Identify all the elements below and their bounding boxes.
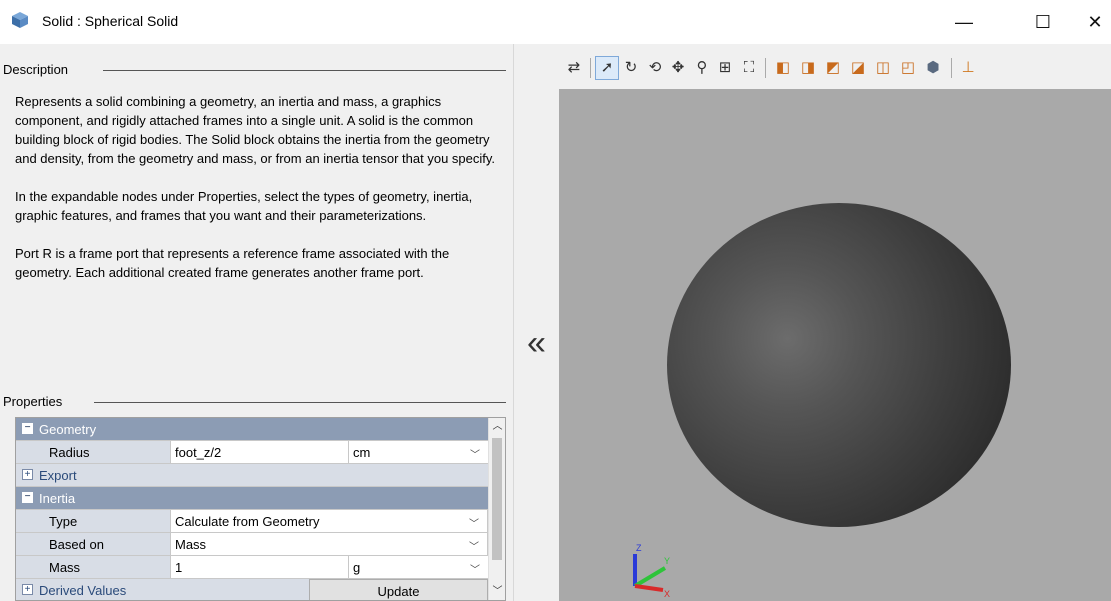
properties-header: Properties	[3, 394, 63, 409]
inertia-group-label: Inertia	[39, 491, 76, 506]
window-title: Solid : Spherical Solid	[42, 13, 179, 29]
chevron-down-icon[interactable]: ﹀	[470, 561, 480, 576]
collapse-panel-icon[interactable]: «	[527, 326, 546, 360]
mass-unit-dropdown[interactable]: g ﹀	[349, 556, 488, 578]
select-pointer-icon[interactable]: ➚	[598, 59, 616, 77]
triad-y-axis	[633, 566, 667, 588]
viewer-toolbar: ⇄ ➚ ↻ ⟲ ✥ ⚲ ⊞ ⛶ ◧ ◨ ◩ ◪ ◫ ◰ ⬢ ⊥	[559, 44, 1111, 89]
radius-unit-dropdown[interactable]: cm ﹀	[349, 441, 488, 463]
minimize-icon: —	[955, 11, 973, 32]
scroll-down-icon[interactable]: ﹀	[489, 583, 505, 600]
properties-scrollbar[interactable]: ︿ ﹀	[488, 418, 505, 600]
scroll-up-icon[interactable]: ︿	[489, 418, 505, 435]
title-bar: Solid : Spherical Solid — ☐ ✕	[0, 0, 1111, 44]
bottom-view-icon[interactable]: ◰	[899, 59, 917, 77]
chevron-down-icon[interactable]: ﹀	[469, 515, 479, 530]
radius-unit-value: cm	[353, 445, 371, 460]
table-row: Based on Mass ﹀	[16, 533, 488, 556]
radius-label: Radius	[16, 441, 171, 463]
fit-view-icon[interactable]: ⛶	[740, 59, 758, 77]
expand-icon[interactable]: +	[22, 584, 33, 595]
properties-divider	[94, 402, 506, 403]
close-button[interactable]: ✕	[1072, 0, 1111, 44]
update-button[interactable]: Update	[309, 579, 488, 600]
description-header: Description	[3, 62, 69, 77]
geometry-group-row[interactable]: − Geometry	[16, 418, 488, 441]
derived-values-group-row[interactable]: + Derived Values Update	[16, 579, 488, 600]
chevron-down-icon[interactable]: ﹀	[470, 446, 480, 461]
geometry-group-label: Geometry	[39, 422, 97, 437]
coordinate-triad-icon: Z Y X	[633, 543, 670, 598]
mass-label: Mass	[16, 556, 171, 578]
rotate-icon[interactable]: ↻	[622, 59, 640, 77]
mass-field[interactable]: 1	[171, 556, 349, 578]
chevron-down-icon[interactable]: ﹀	[469, 538, 479, 553]
3d-viewport[interactable]	[559, 89, 1111, 601]
type-label: Type	[16, 510, 171, 532]
axes-triad-icon[interactable]: ⊥	[959, 59, 977, 77]
table-row: Type Calculate from Geometry ﹀	[16, 510, 488, 533]
zoom-icon[interactable]: ⚲	[693, 59, 711, 77]
expand-icon[interactable]: +	[22, 469, 33, 480]
scroll-thumb[interactable]	[492, 438, 502, 560]
properties-grid: − Geometry Radius foot_z/2 cm ﹀ + Export…	[16, 418, 488, 600]
right-view-icon[interactable]: ◪	[849, 59, 867, 77]
based-on-value: Mass	[175, 537, 207, 552]
collapse-icon[interactable]: −	[22, 492, 33, 503]
panel-splitter[interactable]	[513, 44, 521, 601]
triad-y-label: Y	[664, 556, 670, 566]
type-value: Calculate from Geometry	[175, 514, 320, 529]
export-group-row[interactable]: + Export	[16, 464, 488, 487]
description-divider	[103, 70, 506, 71]
toolbar-separator	[765, 58, 766, 78]
roll-icon[interactable]: ⟲	[646, 59, 664, 77]
table-row: Radius foot_z/2 cm ﹀	[16, 441, 488, 464]
minimize-button[interactable]: —	[941, 0, 987, 44]
triad-x-label: X	[664, 589, 670, 598]
maximize-button[interactable]: ☐	[1020, 0, 1066, 44]
description-paragraph: In the expandable nodes under Properties…	[15, 189, 473, 223]
maximize-icon: ☐	[1034, 11, 1052, 32]
type-dropdown[interactable]: Calculate from Geometry ﹀	[171, 510, 488, 532]
export-group-label: Export	[39, 468, 77, 483]
properties-table: − Geometry Radius foot_z/2 cm ﹀ + Export…	[15, 417, 506, 601]
triad-x-axis	[634, 584, 664, 592]
top-view-icon[interactable]: ◫	[874, 59, 892, 77]
mass-unit-value: g	[353, 560, 361, 575]
solid-block-icon	[12, 12, 28, 28]
toolbar-separator	[951, 58, 952, 78]
table-row: Mass 1 g ﹀	[16, 556, 488, 579]
based-on-label: Based on	[16, 533, 171, 555]
back-view-icon[interactable]: ◨	[799, 59, 817, 77]
front-view-icon[interactable]: ◧	[774, 59, 792, 77]
close-icon: ✕	[1087, 11, 1103, 32]
description-paragraph: Port R is a frame port that represents a…	[15, 246, 450, 280]
left-view-icon[interactable]: ◩	[824, 59, 842, 77]
triad-z-label: Z	[636, 543, 642, 553]
collapse-icon[interactable]: −	[22, 423, 33, 434]
sphere-solid	[667, 203, 1011, 527]
derived-values-label: Derived Values	[39, 583, 127, 598]
based-on-dropdown[interactable]: Mass ﹀	[171, 533, 488, 555]
isometric-view-icon[interactable]: ⬢	[924, 59, 942, 77]
description-text: Represents a solid combining a geometry,…	[15, 92, 505, 301]
radius-field[interactable]: foot_z/2	[171, 441, 349, 463]
swap-icon[interactable]: ⇄	[565, 59, 583, 77]
zoom-box-icon[interactable]: ⊞	[716, 59, 734, 77]
description-paragraph: Represents a solid combining a geometry,…	[15, 94, 496, 166]
inertia-group-row[interactable]: − Inertia	[16, 487, 488, 510]
pan-icon[interactable]: ✥	[669, 59, 687, 77]
toolbar-separator	[590, 58, 591, 78]
viewer-panel: ⇄ ➚ ↻ ⟲ ✥ ⚲ ⊞ ⛶ ◧ ◨ ◩ ◪ ◫ ◰ ⬢ ⊥	[559, 44, 1111, 601]
